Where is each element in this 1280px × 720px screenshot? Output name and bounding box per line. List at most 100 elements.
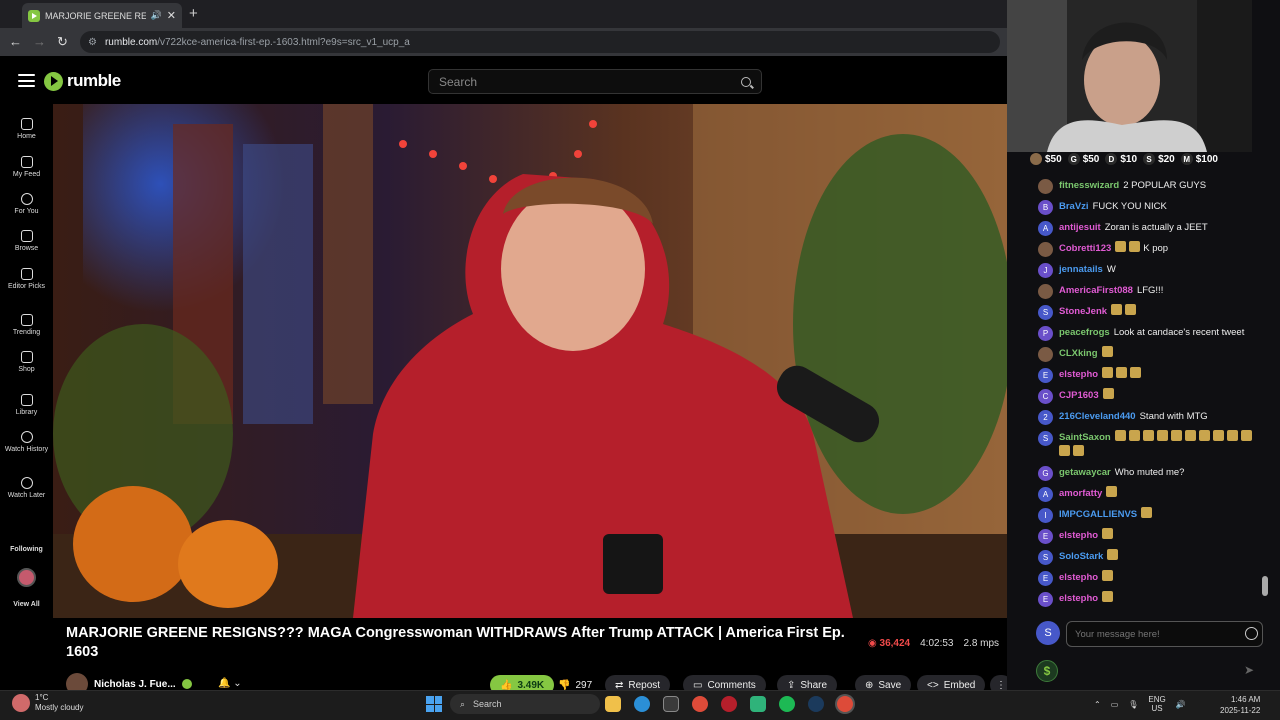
chat-username[interactable]: jennatails xyxy=(1059,264,1103,275)
menu-hamburger-icon[interactable] xyxy=(18,74,35,87)
taskbar-search[interactable]: ⌕ Search xyxy=(450,694,600,714)
sidebar-item-watch-history[interactable]: Watch History xyxy=(0,431,53,454)
chat-username[interactable]: StoneJenk xyxy=(1059,306,1107,317)
volume-icon[interactable]: 🔊 xyxy=(1176,700,1186,709)
tip-item[interactable]: $50 xyxy=(1030,153,1062,165)
sidebar-item-editor-picks[interactable]: Editor Picks xyxy=(0,268,53,291)
language-indicator[interactable]: ENG US xyxy=(1148,695,1165,713)
chevron-up-icon[interactable]: ⌃ xyxy=(1094,700,1101,709)
chrome-active-icon[interactable] xyxy=(837,696,853,712)
microphone-icon[interactable]: 🎙 xyxy=(1128,700,1138,709)
new-tab-button[interactable]: + xyxy=(189,5,198,22)
chat-message-input[interactable] xyxy=(1066,621,1263,647)
sidebar-item-browse[interactable]: Browse xyxy=(0,230,53,253)
chat-scrollbar[interactable] xyxy=(1262,178,1268,608)
emoji-icon[interactable] xyxy=(1245,627,1258,640)
chat-user-avatar[interactable]: 2 xyxy=(1038,410,1053,425)
close-tab-icon[interactable]: ✕ xyxy=(167,9,176,22)
sidebar-item-home[interactable]: Home xyxy=(0,118,53,141)
chat-username[interactable]: CLXking xyxy=(1059,348,1098,359)
file-explorer-icon[interactable] xyxy=(605,696,621,712)
taskbar-clock[interactable]: 1:46 AM 2025-11-22 xyxy=(1220,694,1260,716)
send-icon[interactable]: ➤ xyxy=(1244,663,1254,677)
chat-username[interactable]: BraVzi xyxy=(1059,201,1089,212)
chat-user-avatar[interactable]: S xyxy=(1038,550,1053,565)
chat-user-avatar[interactable]: S xyxy=(1038,305,1053,320)
chat-username[interactable]: SoloStark xyxy=(1059,551,1103,562)
chat-username[interactable]: CJP1603 xyxy=(1059,390,1099,401)
view-all-link[interactable]: View All xyxy=(0,601,53,608)
steam-icon[interactable] xyxy=(808,696,824,712)
chat-username[interactable]: elstepho xyxy=(1059,369,1098,380)
chat-user-avatar[interactable]: A xyxy=(1038,221,1053,236)
chat-user-avatar[interactable] xyxy=(1038,284,1053,299)
speaker-icon[interactable]: 🔊 xyxy=(151,10,162,21)
chat-user-avatar[interactable]: S xyxy=(1038,431,1053,446)
site-info-icon[interactable]: ⚙ xyxy=(88,37,97,48)
chat-username[interactable]: elstepho xyxy=(1059,593,1098,604)
chat-username[interactable]: elstepho xyxy=(1059,530,1098,541)
video-player[interactable] xyxy=(53,104,1007,618)
sidebar-item-for-you[interactable]: For You xyxy=(0,193,53,216)
chat-username[interactable]: AmericaFirst088 xyxy=(1059,285,1133,296)
chat-user-avatar[interactable]: I xyxy=(1038,508,1053,523)
weather-widget[interactable]: 1°C Mostly cloudy xyxy=(12,693,83,713)
chat-user-avatar[interactable]: E xyxy=(1038,368,1053,383)
sidebar-item-trending[interactable]: Trending xyxy=(0,314,53,337)
search-icon[interactable] xyxy=(741,76,751,87)
chat-user-avatar[interactable]: C xyxy=(1038,389,1053,404)
chat-username[interactable]: SaintSaxon xyxy=(1059,432,1111,443)
chat-user-avatar[interactable]: J xyxy=(1038,263,1053,278)
reload-icon[interactable]: ↻ xyxy=(57,34,68,50)
scrollbar-thumb[interactable] xyxy=(1262,576,1268,596)
sidebar-item-my-feed[interactable]: My Feed xyxy=(0,156,53,179)
rant-dollar-button[interactable]: $ xyxy=(1036,660,1058,682)
back-arrow-icon[interactable]: ← xyxy=(9,34,22,49)
chat-username[interactable]: IMPCGALLIENVS xyxy=(1059,509,1137,520)
tip-item[interactable]: S $20 xyxy=(1143,153,1175,165)
network-icon[interactable]: ▭ xyxy=(1111,700,1119,709)
search-input[interactable]: Search xyxy=(428,69,762,94)
windows-start-icon[interactable] xyxy=(426,696,442,712)
forward-arrow-icon[interactable]: → xyxy=(33,34,46,49)
chat-username[interactable]: antijesuit xyxy=(1059,222,1101,233)
chat-user-avatar[interactable] xyxy=(1038,179,1053,194)
tip-item[interactable]: D $10 xyxy=(1105,153,1137,165)
chat-user-avatar[interactable] xyxy=(1038,347,1053,362)
url-field[interactable]: ⚙ rumble.com/v722kce-america-first-ep.-1… xyxy=(80,31,1000,53)
emote-icon xyxy=(1170,430,1182,441)
share-label: Share xyxy=(800,679,828,691)
sidebar-item-library[interactable]: Library xyxy=(0,394,53,417)
user-avatar[interactable]: S xyxy=(1036,621,1060,645)
followed-channel-avatar[interactable] xyxy=(17,568,36,587)
browser-tab[interactable]: MARJORIE GREENE RESIGNS 🔊 ✕ xyxy=(22,3,182,28)
chat-user-avatar[interactable]: E xyxy=(1038,529,1053,544)
chat-username[interactable]: peacefrogs xyxy=(1059,327,1110,338)
chat-username[interactable]: amorfatty xyxy=(1059,488,1102,499)
chat-username[interactable]: fitnesswizard xyxy=(1059,180,1119,191)
chat-username[interactable]: getawaycar xyxy=(1059,467,1111,478)
rumble-logo[interactable]: rumble xyxy=(44,71,121,91)
chat-user-avatar[interactable]: E xyxy=(1038,571,1053,586)
store-icon[interactable] xyxy=(663,696,679,712)
chat-user-avatar[interactable]: G xyxy=(1038,466,1053,481)
sidebar-item-shop[interactable]: Shop xyxy=(0,351,53,374)
chat-username[interactable]: elstepho xyxy=(1059,572,1098,583)
chat-user-avatar[interactable]: P xyxy=(1038,326,1053,341)
chat-user-avatar[interactable]: E xyxy=(1038,592,1053,607)
app-icon[interactable] xyxy=(750,696,766,712)
edge-icon[interactable] xyxy=(634,696,650,712)
chat-user-avatar[interactable]: A xyxy=(1038,487,1053,502)
spotify-icon[interactable] xyxy=(779,696,795,712)
chat-username[interactable]: 216Cleveland440 xyxy=(1059,411,1136,422)
opera-icon[interactable] xyxy=(721,696,737,712)
sidebar-item-watch-later[interactable]: Watch Later xyxy=(0,477,53,500)
chrome-icon[interactable] xyxy=(692,696,708,712)
channel-name[interactable]: Nicholas J. Fue... xyxy=(94,679,176,690)
tip-item[interactable]: M $100 xyxy=(1180,153,1218,165)
chat-username[interactable]: Cobretti123 xyxy=(1059,243,1111,254)
chat-user-avatar[interactable] xyxy=(1038,242,1053,257)
tip-item[interactable]: G $50 xyxy=(1067,153,1099,165)
chat-user-avatar[interactable]: B xyxy=(1038,200,1053,215)
notification-bell-icon[interactable]: 🔔 ⌄ xyxy=(218,678,242,689)
